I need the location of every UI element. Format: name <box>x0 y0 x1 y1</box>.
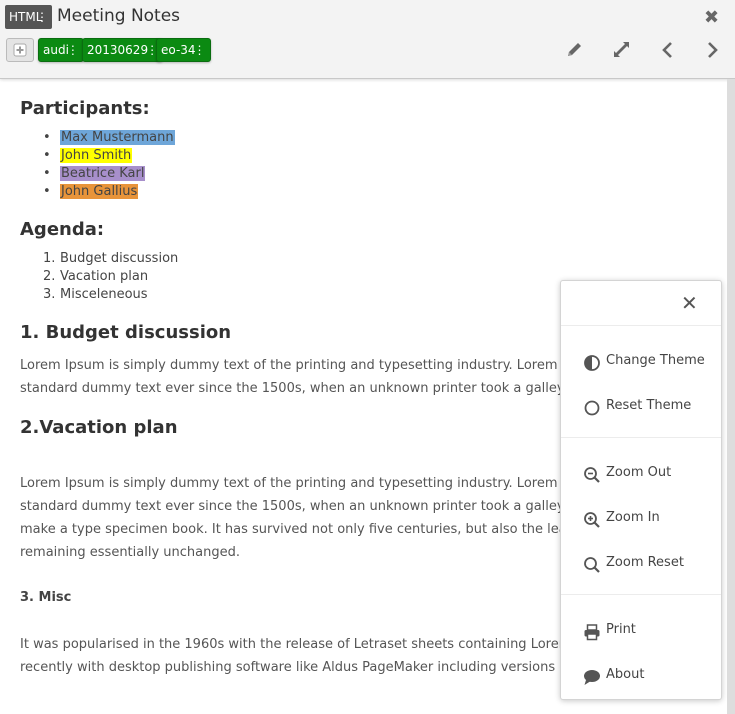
participant-item: Max Mustermann <box>60 129 175 147</box>
paragraph-line: It was popularised in the 1960s with the… <box>20 637 580 652</box>
menu-divider <box>561 437 721 438</box>
menu-item-change-theme[interactable]: Change Theme <box>561 342 721 382</box>
print-icon <box>584 624 600 641</box>
edit-button[interactable] <box>563 38 589 62</box>
close-icon[interactable]: ✖ <box>704 7 719 28</box>
participants-heading: Participants: <box>20 98 150 119</box>
menu-divider <box>561 325 721 326</box>
section-heading-vacation: 2.Vacation plan <box>20 417 178 438</box>
paragraph-line: standard dummy text ever since the 1500s… <box>20 499 580 514</box>
participant-name: John Gallius <box>60 184 139 199</box>
menu-item-about[interactable]: About <box>561 656 721 696</box>
plus-icon <box>13 43 27 57</box>
bullet-icon: • <box>43 130 51 145</box>
list-number: 2. <box>43 269 56 284</box>
section-heading-misc: 3. Misc <box>20 590 72 605</box>
participant-item: John Gallius <box>60 183 139 201</box>
agenda-item: Misceleneous <box>60 287 148 302</box>
options-menu: ✕ Change Theme Reset Theme Zoom Out Zoom… <box>560 280 722 700</box>
kebab-icon: ⋮ <box>36 10 48 24</box>
paragraph-line: remaining essentially unchanged. <box>20 545 240 560</box>
scrollbar[interactable] <box>727 79 735 714</box>
note-title: Meeting Notes <box>57 6 181 26</box>
participant-name: Max Mustermann <box>60 130 175 145</box>
bullet-icon: • <box>43 148 51 163</box>
tag-label: 20130629 <box>87 43 149 57</box>
fullscreen-button[interactable] <box>610 38 636 62</box>
expand-icon <box>614 42 629 57</box>
participant-item: Beatrice Karl <box>60 165 146 183</box>
menu-item-zoom-in[interactable]: Zoom In <box>561 499 721 539</box>
paragraph-line: standard dummy text ever since the 1500s… <box>20 381 580 396</box>
previous-button[interactable] <box>656 38 682 62</box>
section-heading-budget: 1. Budget discussion <box>20 322 232 343</box>
tag-audi[interactable]: audi ⋮ <box>38 38 84 62</box>
menu-item-label: Change Theme <box>606 353 705 368</box>
type-badge[interactable]: HTML ⋮ <box>5 5 52 29</box>
chat-bubble-icon <box>584 670 600 685</box>
add-tag-button[interactable] <box>6 38 34 62</box>
kebab-icon: ⋮ <box>66 43 79 57</box>
zoom-out-icon <box>584 467 600 483</box>
paragraph-line: Lorem Ipsum is simply dummy text of the … <box>20 476 580 491</box>
circle-icon <box>584 400 600 416</box>
participant-name: Beatrice Karl <box>60 166 146 181</box>
menu-item-label: Print <box>606 622 636 637</box>
header-bar: HTML ⋮ Meeting Notes ✖ audi ⋮ 20130629 ⋮ e… <box>0 0 735 79</box>
pencil-icon <box>568 43 581 56</box>
menu-item-reset-theme[interactable]: Reset Theme <box>561 387 721 427</box>
tag-eo34[interactable]: eo-34 ⋮ <box>156 38 211 62</box>
kebab-icon: ⋮ <box>193 43 206 57</box>
tag-date[interactable]: 20130629 ⋮ <box>82 38 164 62</box>
paragraph-line: Lorem Ipsum is simply dummy text of the … <box>20 358 580 373</box>
tag-label: eo-34 <box>161 43 196 57</box>
half-circle-icon <box>584 355 600 371</box>
menu-item-zoom-reset[interactable]: Zoom Reset <box>561 544 721 584</box>
next-button[interactable] <box>700 38 726 62</box>
paragraph-line: make a type specimen book. It has surviv… <box>20 522 580 537</box>
menu-item-label: About <box>606 667 645 682</box>
search-icon <box>584 557 600 573</box>
agenda-item: Vacation plan <box>60 269 149 284</box>
menu-item-label: Zoom Reset <box>606 555 684 570</box>
bullet-icon: • <box>43 166 51 181</box>
chevron-left-icon <box>662 42 672 58</box>
menu-item-label: Zoom Out <box>606 465 672 480</box>
chevron-right-icon <box>708 42 718 58</box>
agenda-heading: Agenda: <box>20 219 105 240</box>
agenda-item: Budget discussion <box>60 251 179 266</box>
list-number: 3. <box>43 287 56 302</box>
participant-item: John Smith <box>60 147 133 165</box>
tag-label: audi <box>43 43 69 57</box>
participant-name: John Smith <box>60 148 133 163</box>
paragraph-line: recently with desktop publishing softwar… <box>20 660 580 675</box>
menu-item-print[interactable]: Print <box>561 611 721 651</box>
menu-item-zoom-out[interactable]: Zoom Out <box>561 454 721 494</box>
bullet-icon: • <box>43 184 51 199</box>
menu-item-label: Zoom In <box>606 510 660 525</box>
menu-divider <box>561 594 721 595</box>
menu-close-button[interactable]: ✕ <box>681 291 698 315</box>
menu-item-label: Reset Theme <box>606 398 692 413</box>
list-number: 1. <box>43 251 56 266</box>
zoom-in-icon <box>584 512 600 528</box>
